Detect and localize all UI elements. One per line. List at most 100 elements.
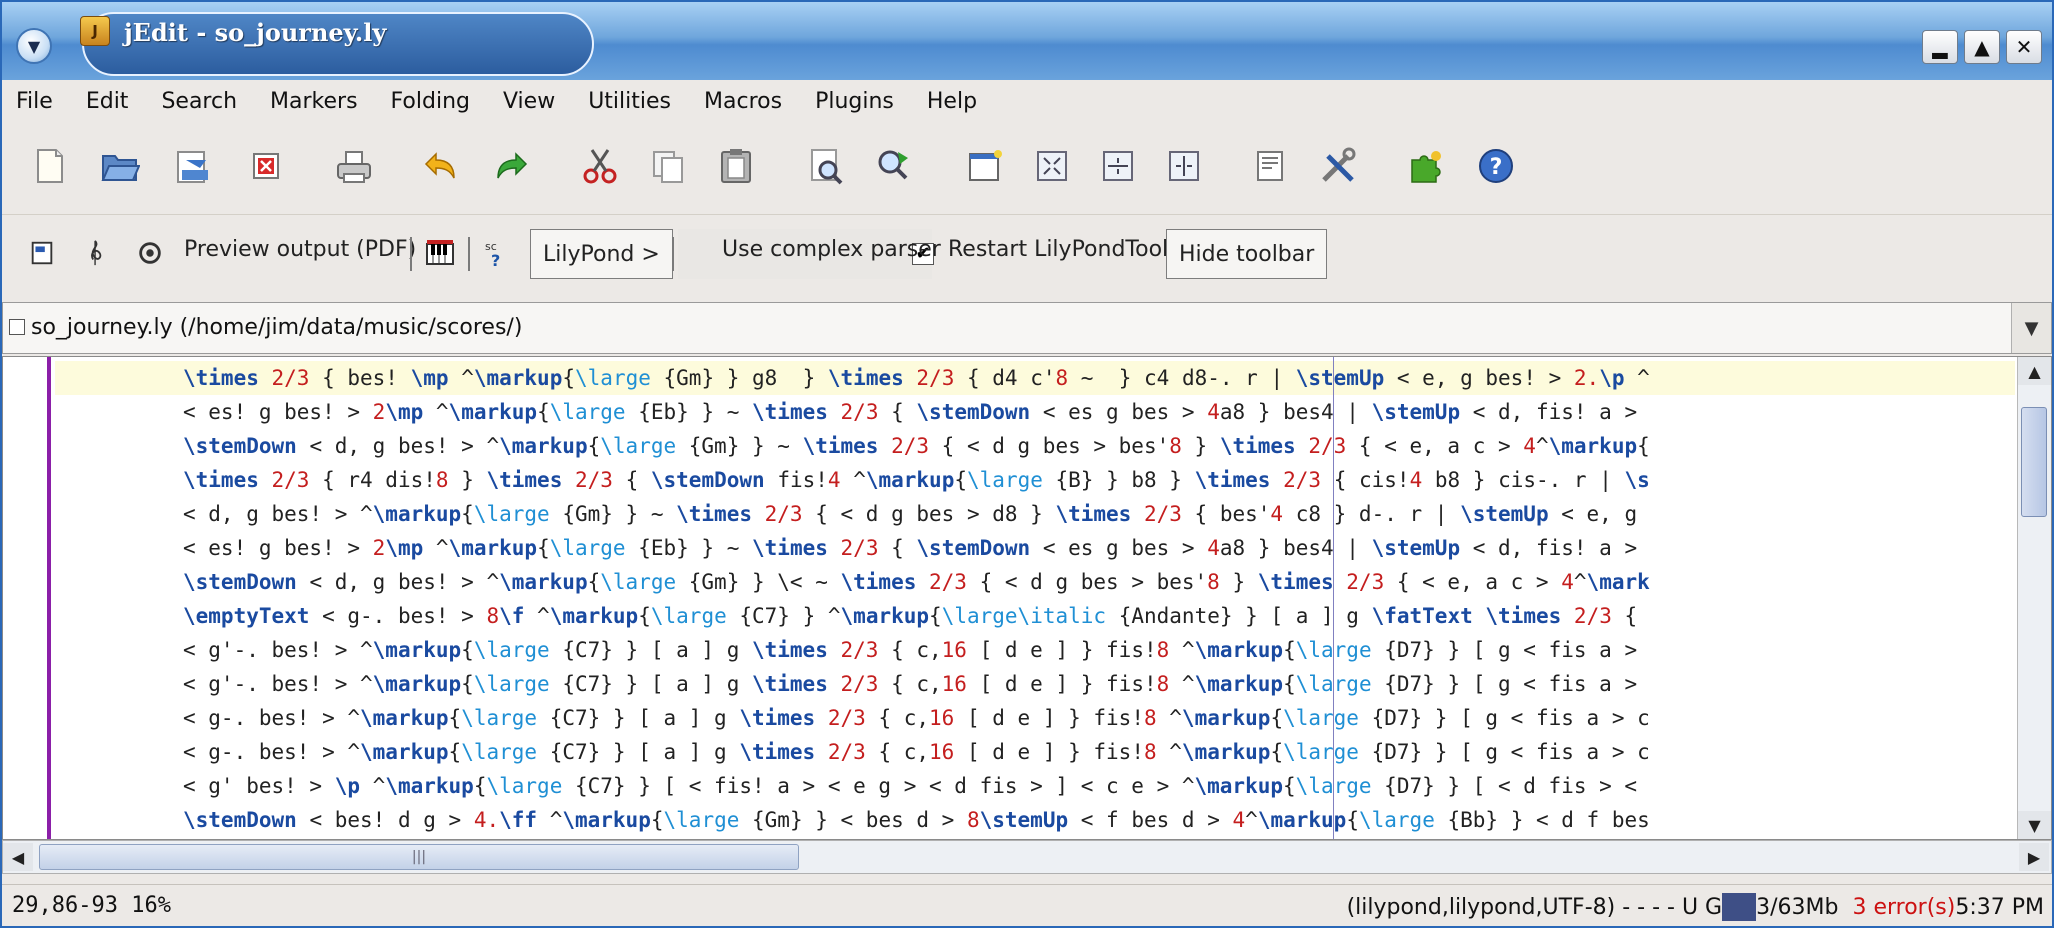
code-line[interactable]: \stemDown < d, g bes! > ^\markup{\large …	[183, 565, 1650, 599]
close-button[interactable]: ✕	[2006, 30, 2042, 64]
status-bar: 29,86-93 16% (lilypond,lilypond,UTF-8) -…	[2, 884, 2052, 926]
unsplit-button[interactable]	[1160, 142, 1208, 190]
title-bar[interactable]: ▼ J jEdit - so_journey.ly ▂ ▲ ✕	[2, 2, 2052, 80]
toolbar-separator	[672, 237, 674, 271]
split-vertical-button[interactable]	[1094, 142, 1142, 190]
code-line[interactable]: < g' bes! > \p ^\markup{\large {C7} } [ …	[183, 769, 1637, 803]
copy-button[interactable]	[644, 142, 692, 190]
scroll-down-button[interactable]: ▼	[2018, 811, 2051, 839]
print-button[interactable]	[330, 142, 378, 190]
code-line[interactable]: \stemDown < d, g bes! > ^\markup{\large …	[183, 429, 1650, 463]
close-buffer-button[interactable]	[242, 142, 290, 190]
menu-macros[interactable]: Macros	[704, 89, 782, 114]
tools-icon	[1322, 147, 1356, 182]
code-line[interactable]: < g-. bes! > ^\markup{\large {C7} } [ a …	[183, 701, 1650, 735]
chevron-down-icon: ▼	[27, 36, 41, 56]
code-line[interactable]: \times 2/3 { r4 dis!8 } \times 2/3 { \st…	[183, 463, 1650, 497]
split-horizontal-icon	[1037, 151, 1067, 181]
menu-bar: File Edit Search Markers Folding View Ut…	[2, 80, 2052, 122]
jedit-app-icon: J	[80, 16, 110, 46]
menu-help[interactable]: Help	[927, 89, 977, 114]
code-line[interactable]: < es! g bes! > 2\mp ^\markup{\large {Eb}…	[183, 395, 1637, 429]
open-file-button[interactable]	[96, 142, 144, 190]
lilypond-menu-button[interactable]: LilyPond >	[530, 229, 673, 279]
menu-markers[interactable]: Markers	[270, 89, 358, 114]
horizontal-scrollbar[interactable]: ◀ ||| ▶	[2, 840, 2052, 874]
undo-button[interactable]	[418, 142, 466, 190]
arrow-down-icon: ▼	[2028, 815, 2041, 835]
spellcheck-button[interactable]: sc?	[480, 235, 516, 271]
vertical-scrollbar[interactable]: ▲ ▼	[2017, 357, 2051, 839]
menu-search[interactable]: Search	[161, 89, 237, 114]
code-line[interactable]: < g'-. bes! > ^\markup{\large {C7} } [ a…	[183, 633, 1637, 667]
preview-output-button[interactable]: Preview output (PDF)	[184, 237, 416, 262]
new-view-button[interactable]	[960, 142, 1008, 190]
buffer-switcher[interactable]: so_journey.ly (/home/jim/data/music/scor…	[2, 302, 2052, 354]
view-output-button[interactable]	[132, 235, 168, 271]
buffer-options-icon	[1257, 151, 1283, 181]
rotation-icon	[139, 242, 161, 264]
hide-toolbar-button[interactable]: Hide toolbar	[1166, 229, 1328, 279]
code-line[interactable]: < es! g bes! > 2\mp ^\markup{\large {Eb}…	[183, 531, 1637, 565]
reload-button[interactable]	[168, 142, 216, 190]
midi-button[interactable]	[78, 235, 114, 271]
scroll-up-button[interactable]: ▲	[2018, 357, 2051, 385]
global-options-button[interactable]	[1314, 142, 1362, 190]
buffer-path-label: so_journey.ly (/home/jim/data/music/scor…	[31, 315, 523, 340]
vertical-scroll-thumb[interactable]	[2021, 407, 2047, 517]
paste-icon	[721, 149, 751, 183]
scroll-right-button[interactable]: ▶	[2019, 843, 2049, 871]
printer-icon	[337, 151, 371, 183]
help-button[interactable]: ?	[1472, 142, 1520, 190]
complex-parser-label: Use complex parser	[722, 237, 941, 262]
menu-view[interactable]: View	[503, 89, 555, 114]
editor-gutter[interactable]	[3, 357, 51, 839]
code-line[interactable]: < d, g bes! > ^\markup{\large {Gm} } ~ \…	[183, 497, 1637, 531]
new-file-button[interactable]	[26, 142, 74, 190]
code-line[interactable]: \emptyText < g-. bes! > 8\f ^\markup{\la…	[183, 599, 1637, 633]
menu-plugins[interactable]: Plugins	[815, 89, 894, 114]
reload-icon	[177, 151, 208, 183]
toolbar-separator	[410, 237, 412, 271]
menu-folding[interactable]: Folding	[391, 89, 470, 114]
horizontal-scroll-thumb[interactable]: |||	[39, 844, 799, 870]
menu-edit[interactable]: Edit	[86, 89, 129, 114]
code-line[interactable]: < g'-. bes! > ^\markup{\large {C7} } [ a…	[183, 667, 1637, 701]
maximize-button[interactable]: ▲	[1964, 30, 2000, 64]
piano-button[interactable]	[422, 235, 458, 271]
menu-file[interactable]: File	[16, 89, 53, 114]
buffer-dropdown-button[interactable]: ▼	[2011, 303, 2051, 353]
code-line[interactable]: < g-. bes! > ^\markup{\large {C7} } [ a …	[183, 735, 1650, 769]
code-line[interactable]: \times 2/3 { bes! \mp ^\markup{\large {G…	[183, 361, 1650, 395]
folder-open-icon	[101, 155, 140, 181]
scissors-icon	[583, 149, 617, 184]
memory-status: 3/63Mb	[1756, 894, 1839, 920]
help-icon: ?	[1479, 149, 1513, 183]
find-button[interactable]	[802, 142, 850, 190]
find-next-button[interactable]	[870, 142, 918, 190]
window-menu-button[interactable]: ▼	[16, 28, 52, 64]
split-horizontal-button[interactable]	[1028, 142, 1076, 190]
clock: 5:37 PM	[1955, 894, 2044, 920]
buffer-options-button[interactable]	[1246, 142, 1294, 190]
treble-clef-icon	[91, 240, 102, 266]
menu-utilities[interactable]: Utilities	[588, 89, 671, 114]
arrow-right-icon: ▶	[2027, 847, 2041, 867]
code-line[interactable]: \stemDown < bes! d g > 4.\ff ^\markup{\l…	[183, 803, 1650, 837]
cut-button[interactable]	[576, 142, 624, 190]
document-sheet-icon	[31, 241, 53, 265]
text-editor[interactable]: \times 2/3 { bes! \mp ^\markup{\large {G…	[2, 356, 2052, 840]
scroll-left-button[interactable]: ◀	[3, 843, 33, 871]
arrow-left-icon: ◀	[11, 847, 25, 867]
spellcheck-icon: sc?	[485, 240, 500, 268]
paste-button[interactable]	[712, 142, 760, 190]
buffer-mode-info[interactable]: (lilypond,lilypond,UTF-8) - - - - U G	[1347, 895, 1723, 920]
minimize-button[interactable]: ▂	[1922, 30, 1958, 64]
redo-button[interactable]	[486, 142, 534, 190]
text-area[interactable]: \times 2/3 { bes! \mp ^\markup{\large {G…	[55, 357, 2015, 839]
generate-pdf-button[interactable]	[24, 235, 60, 271]
restart-lilypondtool-button[interactable]: Restart LilyPondTool	[948, 237, 1168, 262]
main-toolbar: ?	[2, 126, 2052, 212]
error-count[interactable]: 3 error(s)	[1852, 895, 1955, 920]
plugin-manager-button[interactable]	[1402, 142, 1450, 190]
